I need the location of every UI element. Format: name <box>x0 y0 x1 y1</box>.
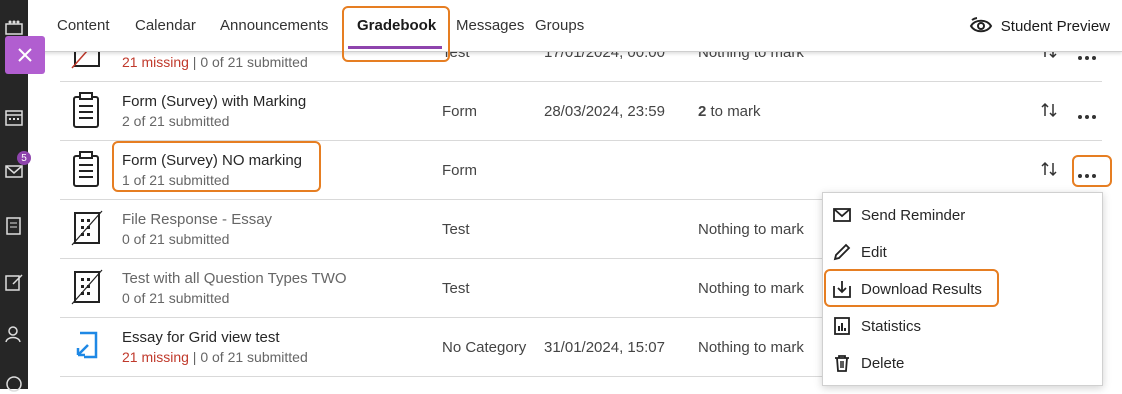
eye-icon <box>969 17 992 33</box>
tab-calendar[interactable]: Calendar <box>135 17 196 34</box>
menu-item-statistics[interactable]: Statistics <box>833 314 921 338</box>
menu-item-send-reminder[interactable]: Send Reminder <box>833 203 965 227</box>
calendar-icon[interactable] <box>4 107 24 127</box>
grades-icon[interactable] <box>4 216 24 236</box>
power-icon[interactable] <box>4 374 24 394</box>
menu-item-download-results[interactable]: Download Results <box>833 277 982 301</box>
envelope-icon <box>833 208 851 222</box>
row-options-menu: Send Reminder Edit Download Results Stat… <box>822 192 1103 386</box>
row-status: 21 missing | 0 of 21 submitted <box>122 349 308 365</box>
row-status: 0 of 21 submitted <box>122 231 230 247</box>
assignment-icon <box>76 331 98 359</box>
edit-note-icon[interactable] <box>4 272 24 292</box>
test-icon <box>71 269 103 305</box>
row-title[interactable]: Form (Survey) with Marking <box>122 93 306 110</box>
sort-icon[interactable] <box>1040 101 1058 119</box>
form-icon <box>73 151 99 187</box>
institution-icon[interactable] <box>4 18 24 38</box>
menu-item-delete[interactable]: Delete <box>833 351 904 375</box>
pencil-icon <box>833 243 851 261</box>
download-icon <box>833 281 851 298</box>
row-marking-status: Nothing to mark <box>698 280 804 297</box>
student-preview-label: Student Preview <box>1000 17 1110 35</box>
tab-gradebook[interactable]: Gradebook <box>357 17 436 34</box>
row-category: No Category <box>442 339 527 356</box>
row-title[interactable]: Essay for Grid view test <box>122 329 280 346</box>
table-row[interactable]: Form (Survey) NO marking 1 of 21 submitt… <box>60 140 1102 200</box>
row-status: 0 of 21 submitted <box>122 290 230 306</box>
row-marking-status: Nothing to mark <box>698 221 804 238</box>
row-title[interactable]: File Response - Essay <box>122 211 272 228</box>
form-icon <box>73 92 99 128</box>
row-category: Form <box>442 162 477 179</box>
active-tab-indicator <box>348 46 442 49</box>
more-options-button[interactable] <box>1078 106 1100 119</box>
row-category: Test <box>442 221 470 238</box>
row-due-date: 31/01/2024, 15:07 <box>544 339 665 356</box>
trash-icon <box>835 355 849 372</box>
statistics-icon <box>834 317 850 335</box>
course-tabs: Content Calendar Announcements Gradebook… <box>28 0 1122 52</box>
tab-announcements[interactable]: Announcements <box>220 17 328 34</box>
row-status: 2 of 21 submitted <box>122 113 230 129</box>
row-status: 21 missing | 0 of 21 submitted <box>122 54 308 70</box>
row-title[interactable]: Test with all Question Types TWO <box>122 270 347 287</box>
sort-icon[interactable] <box>1040 160 1058 178</box>
row-marking-status: Nothing to mark <box>698 339 804 356</box>
tab-content[interactable]: Content <box>57 17 110 34</box>
tab-groups[interactable]: Groups <box>535 17 584 34</box>
messages-badge: 5 <box>17 151 31 165</box>
close-button[interactable] <box>5 36 45 74</box>
more-options-button[interactable] <box>1078 165 1100 178</box>
row-due-date: 28/03/2024, 23:59 <box>544 103 665 120</box>
close-icon <box>18 48 32 62</box>
row-status: 1 of 21 submitted <box>122 172 230 188</box>
test-icon <box>71 210 103 246</box>
row-title[interactable]: Form (Survey) NO marking <box>122 152 302 169</box>
student-preview-button[interactable]: Student Preview <box>969 17 1110 35</box>
menu-item-edit[interactable]: Edit <box>833 240 887 264</box>
row-marking-status: 2 to mark <box>698 103 761 120</box>
table-row[interactable]: Form (Survey) with Marking 2 of 21 submi… <box>60 81 1102 141</box>
tab-messages[interactable]: Messages <box>456 17 524 34</box>
row-category: Test <box>442 280 470 297</box>
row-category: Form <box>442 103 477 120</box>
profile-icon[interactable] <box>4 324 24 344</box>
